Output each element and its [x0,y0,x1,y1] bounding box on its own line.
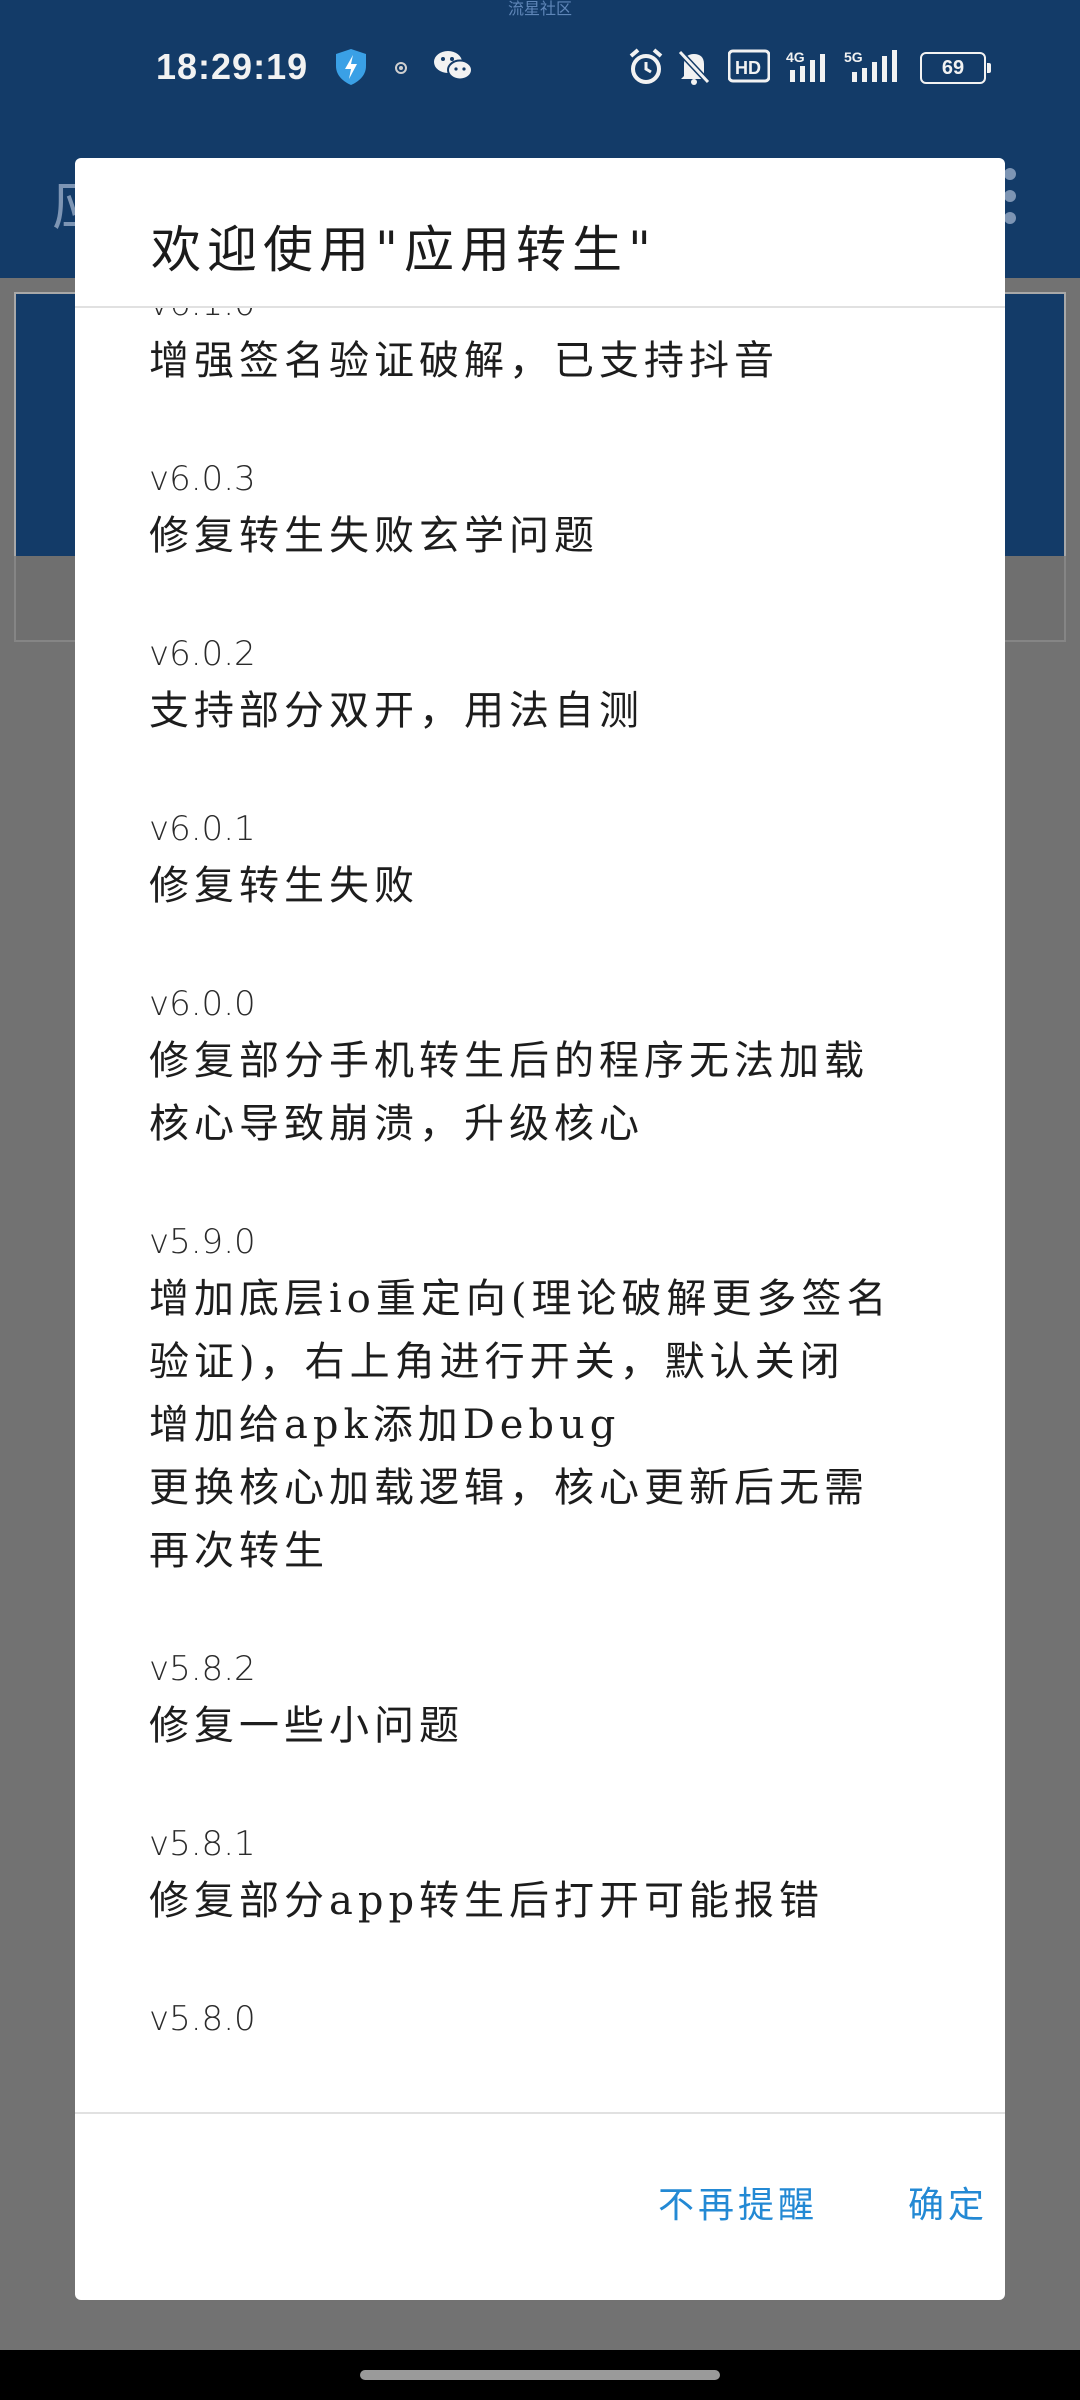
version-label: v6.1.0 [149,308,949,330]
changelog-entry: v6.0.2 支持部分双开，用法自测 [149,628,949,743]
changelog-line: 修复部分app转生后打开可能报错 [149,1878,825,1924]
version-label: v5.8.2 [149,1649,256,1689]
changelog-line: 增加给apk添加Debug [149,1402,621,1448]
changelog-line: 核心导致崩溃，升级核心 [149,1101,644,1147]
changelog-entry: v6.0.0 修复部分手机转生后的程序无法加载 核心导致崩溃，升级核心 [149,978,949,1156]
changelog-line: 支持部分双开，用法自测 [149,688,644,734]
changelog-scroll[interactable]: v6.1.0增强签名验证破解，已支持抖音v6.0.3修复转生失败玄学问题v6.0… [75,308,1005,2270]
home-gesture-handle[interactable] [360,2370,720,2380]
changelog-line: 修复转生失败玄学问题 [149,513,599,559]
changelog-entry: v6.0.3 修复转生失败玄学问题 [149,453,949,568]
changelog-entry: v6.1.0 增强签名验证破解，已支持抖音 [149,308,949,393]
version-label: v5.8.0 [149,1999,256,2039]
changelog-entry: v6.0.1 修复转生失败 [149,803,949,918]
changelog-line: 增加底层io重定向(理论破解更多签名 [149,1276,892,1322]
status-time: 18:29:19 [156,46,309,87]
version-label: v6.0.2 [149,634,256,674]
divider [75,2112,1005,2114]
dont-remind-button[interactable]: 不再提醒 [648,2168,828,2236]
version-label: v5.9.0 [149,1222,256,1262]
changelog-dialog: 欢迎使用"应用转生" v6.1.0 增强签名验证破解，已支持抖音 v6.0.3 修复转… [75,158,1005,2300]
alarm-icon [628,48,664,90]
more-options-icon[interactable] [1004,168,1020,234]
mute-bell-icon [676,48,712,90]
watermark: 流星社区 [507,0,572,18]
changelog-line: 修复部分手机转生后的程序无法加载 [149,1038,869,1084]
changelog-line: 修复转生失败 [149,863,419,909]
dialog-title: 欢迎使用"应用转生" [151,221,657,279]
status-bar: 18:29:19 HD 4G 5G 69 [0,38,1080,98]
changelog-line: 再次转生 [149,1528,329,1574]
hd-voice-icon: HD [727,48,771,88]
shield-icon [334,48,368,90]
changelog-line: 增强签名验证破解，已支持抖音 [149,338,779,384]
changelog-entry: v5.8.1 修复部分app转生后打开可能报错 [149,1818,949,1933]
changelog-line: 验证)，右上角进行开关，默认关闭 [149,1339,845,1385]
signal-5g-icon: 5G [842,48,908,90]
signal-4g-icon: 4G [786,48,836,90]
version-label: v5.8.1 [149,1824,256,1864]
changelog-entry: v5.8.2 修复一些小问题 [149,1643,949,1758]
ok-button[interactable]: 确定 [898,2168,998,2236]
changelog-entry: v5.9.0 增加底层io重定向(理论破解更多签名 验证)，右上角进行开关，默认关闭… [149,1216,949,1583]
changelog-line: 修复一些小问题 [149,1703,464,1749]
changelog-line: 更换核心加载逻辑，核心更新后无需 [149,1465,869,1511]
hd-label: HD [735,58,761,78]
changelog-list: v6.1.0增强签名验证破解，已支持抖音v6.0.3修复转生失败玄学问题v6.0… [149,308,949,2105]
changelog-entry: v5.8.0 [149,1993,949,2045]
version-label: v6.0.3 [149,459,256,499]
network-4g-label: 4G [786,49,805,65]
version-label: v6.0.1 [149,809,256,849]
network-5g-label: 5G [844,49,863,65]
battery-icon: 69 [920,52,991,84]
notification-dot-icon [394,60,408,79]
version-label: v6.0.0 [149,984,256,1024]
wechat-icon [433,48,473,88]
